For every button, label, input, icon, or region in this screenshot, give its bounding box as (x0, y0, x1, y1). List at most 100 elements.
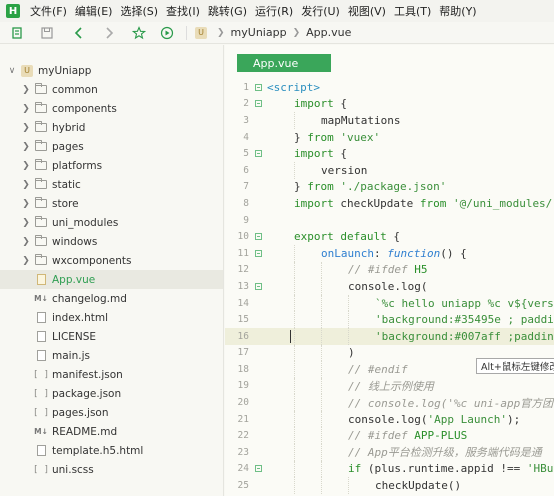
tree-file-label: main.js (52, 349, 90, 362)
chevron-right-icon[interactable]: ❯ (20, 85, 32, 95)
code-area[interactable]: 1 <script> 2 import {3 mapMutations 4} from '… (225, 79, 554, 494)
tree-folder-uni-modules[interactable]: ❯ uni_modules (0, 213, 223, 232)
tree-file[interactable]: [ ] manifest.json (0, 365, 223, 384)
indent-guide (294, 344, 295, 362)
tree-file[interactable]: App.vue (0, 270, 223, 289)
chevron-down-icon[interactable]: ∨ (6, 66, 18, 76)
back-arrow-icon[interactable] (70, 24, 88, 42)
line-number: 14 (237, 297, 249, 309)
bookmark-icon[interactable] (8, 24, 26, 42)
tree-folder-pages[interactable]: ❯ pages (0, 137, 223, 156)
code-line[interactable]: 12 // #ifdef H5 (225, 261, 554, 279)
tree-file[interactable]: index.html (0, 308, 223, 327)
tree-file[interactable]: [ ] pages.json (0, 403, 223, 422)
tree-folder-wxcomponents[interactable]: ❯ wxcomponents (0, 251, 223, 270)
tree-file-label: uni.scss (52, 463, 94, 476)
line-number: 22 (237, 430, 249, 442)
chevron-right-icon: ❯ (292, 27, 301, 38)
run-icon[interactable] (158, 24, 176, 42)
chevron-right-icon[interactable]: ❯ (20, 104, 32, 114)
json-file-icon: [ ] (32, 388, 50, 399)
tree-file[interactable]: [ ] package.json (0, 384, 223, 403)
chevron-right-icon[interactable]: ❯ (20, 218, 32, 228)
chevron-right-icon[interactable]: ❯ (20, 142, 32, 152)
indent-guide (321, 427, 322, 445)
star-icon[interactable] (130, 24, 148, 42)
tree-folder-platforms[interactable]: ❯ platforms (0, 156, 223, 175)
chevron-right-icon[interactable]: ❯ (20, 123, 32, 133)
indent-guide (321, 327, 322, 345)
code-line[interactable]: 21 console.log('App Launch'); (225, 410, 554, 428)
fold-toggle-icon[interactable] (253, 232, 263, 242)
chevron-right-icon[interactable]: ❯ (20, 256, 32, 266)
tree-root-myuniapp[interactable]: ∨ U myUniapp (0, 61, 223, 80)
code-line[interactable]: 10 export default { (225, 228, 554, 245)
tree-root-label: myUniapp (38, 64, 92, 77)
line-number: 23 (237, 446, 249, 458)
menu-item[interactable]: 视图(V) (344, 3, 390, 19)
menu-item[interactable]: 选择(S) (116, 3, 162, 19)
menu-item[interactable]: 运行(R) (251, 3, 297, 19)
menu-item[interactable]: 跳转(G) (204, 3, 251, 19)
code-line[interactable]: 6 version (225, 161, 554, 179)
tree-file[interactable]: LICENSE (0, 327, 223, 346)
code-line[interactable]: 19 // 线上示例使用 (225, 377, 554, 395)
code-line[interactable]: 13 console.log( (225, 278, 554, 295)
tree-folder-static[interactable]: ❯ static (0, 175, 223, 194)
tree-file[interactable]: M↓ changelog.md (0, 289, 223, 308)
fold-toggle-icon[interactable] (253, 464, 263, 474)
code-line[interactable]: 8 import checkUpdate from '@/uni_modules/ (225, 195, 554, 212)
code-line[interactable]: 15 'background:#35495e ; paddi (225, 311, 554, 328)
fold-toggle-icon[interactable] (253, 281, 263, 291)
code-line[interactable]: 9 (225, 212, 554, 229)
chevron-right-icon[interactable]: ❯ (20, 180, 32, 190)
save-icon[interactable] (38, 24, 56, 42)
menu-item[interactable]: 帮助(Y) (435, 3, 480, 19)
tree-folder-common[interactable]: ❯ common (0, 80, 223, 99)
code-line[interactable]: 14 `%c hello uniapp %c v${vers (225, 294, 554, 312)
tree-file[interactable]: template.h5.html (0, 441, 223, 460)
tree-file[interactable]: main.js (0, 346, 223, 365)
menu-item[interactable]: 文件(F) (26, 3, 71, 19)
tree-folder-hybrid[interactable]: ❯ hybrid (0, 118, 223, 137)
code-line[interactable]: 3 mapMutations (225, 112, 554, 129)
code-line[interactable]: 4} from 'vuex' (225, 129, 554, 146)
tree-file[interactable]: [ ] uni.scss (0, 460, 223, 479)
fold-toggle-icon[interactable] (253, 99, 263, 109)
menu-item[interactable]: 查找(I) (162, 3, 204, 19)
breadcrumb-project[interactable]: myUniapp (231, 26, 287, 39)
chevron-right-icon[interactable]: ❯ (20, 237, 32, 247)
breadcrumb-file[interactable]: App.vue (306, 26, 351, 39)
code-line[interactable]: 5 import { (225, 145, 554, 162)
menu-item[interactable]: 发行(U) (297, 3, 344, 19)
fold-toggle-icon[interactable] (253, 248, 263, 258)
indent-guide (294, 327, 295, 345)
code-line[interactable]: 22 // #ifdef APP-PLUS (225, 427, 554, 445)
code-line[interactable]: 23 // App平台检测升级，服务端代码是通 (225, 444, 554, 461)
editor-tab-strip: App.vue (225, 45, 554, 79)
code-text: console.log('App Launch'); (267, 413, 520, 426)
code-line[interactable]: 16 'background:#007aff ;paddin (225, 327, 554, 345)
chevron-right-icon[interactable]: ❯ (20, 161, 32, 171)
code-line[interactable]: 11 onLaunch: function() { (225, 244, 554, 262)
tree-folder-components[interactable]: ❯ components (0, 99, 223, 118)
fold-toggle-icon[interactable] (253, 149, 263, 159)
code-line[interactable]: 24 if (plus.runtime.appid !== 'HBu (225, 460, 554, 478)
tree-folder-windows[interactable]: ❯ windows (0, 232, 223, 251)
code-line[interactable]: 7} from './package.json' (225, 179, 554, 196)
forward-arrow-icon[interactable] (100, 24, 118, 42)
tab-app-vue[interactable]: App.vue (237, 54, 331, 72)
code-line[interactable]: 1 <script> (225, 79, 554, 96)
fold-toggle-icon[interactable] (253, 82, 263, 92)
markdown-file-icon: M↓ (34, 294, 48, 303)
code-line[interactable]: 2 import { (225, 96, 554, 113)
tree-folder-store[interactable]: ❯ store (0, 194, 223, 213)
code-line[interactable]: 20 // console.log('%c uni-app官方团 (225, 394, 554, 411)
code-line[interactable]: 25 checkUpdate() (225, 477, 554, 494)
chevron-right-icon[interactable]: ❯ (20, 199, 32, 209)
menu-item[interactable]: 编辑(E) (71, 3, 117, 19)
code-editor[interactable]: App.vue 1 <script> 2 import {3 mapMutations 4… (225, 45, 554, 496)
menu-item[interactable]: 工具(T) (390, 3, 435, 19)
tree-file[interactable]: M↓ README.md (0, 422, 223, 441)
